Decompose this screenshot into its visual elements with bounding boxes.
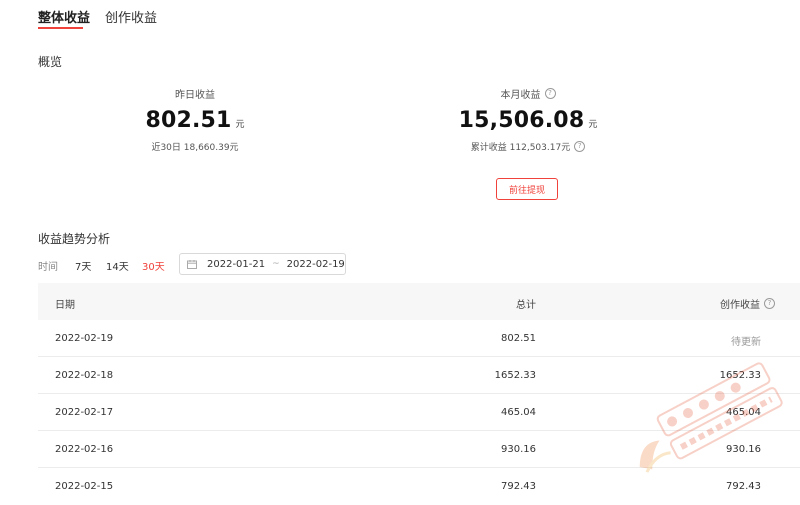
yesterday-revenue-label: 昨日收益 bbox=[75, 86, 315, 101]
cell-total: 802.51 bbox=[501, 333, 536, 344]
date-end[interactable]: 2022-02-19 bbox=[287, 259, 345, 270]
month-revenue-value: 15,506.08 bbox=[458, 108, 585, 133]
question-circle-icon[interactable]: ? bbox=[764, 298, 775, 309]
column-creation-revenue: 创作收益 ? bbox=[720, 296, 775, 311]
month-revenue-label: 本月收益 ? bbox=[408, 86, 648, 101]
column-total-label: 总计 bbox=[516, 300, 536, 311]
yesterday-revenue-value: 802.51 bbox=[145, 108, 232, 133]
total-revenue-text: 累计收益 112,503.17元 bbox=[470, 143, 571, 153]
table-header: 日期 总计 创作收益 ? bbox=[38, 283, 800, 320]
trend-title: 收益趋势分析 bbox=[38, 232, 111, 246]
question-circle-icon[interactable]: ? bbox=[574, 141, 586, 152]
range-30-days[interactable]: 30天 bbox=[142, 258, 165, 273]
calendar-icon bbox=[187, 259, 197, 269]
date-start[interactable]: 2022-01-21 bbox=[207, 259, 265, 270]
cell-total: 465.04 bbox=[501, 407, 536, 418]
month-revenue-card: 本月收益 ? 15,506.08 元 累计收益 112,503.17元 ? bbox=[408, 86, 648, 153]
month-label-text: 本月收益 bbox=[500, 89, 541, 101]
range-14-days[interactable]: 14天 bbox=[106, 258, 129, 273]
cell-date: 2022-02-18 bbox=[55, 370, 114, 381]
cell-total: 930.16 bbox=[501, 444, 536, 455]
month-revenue-value-wrap: 15,506.08 元 bbox=[408, 108, 648, 133]
active-tab-indicator bbox=[38, 27, 83, 29]
date-separator: ~ bbox=[272, 259, 280, 269]
cell-date: 2022-02-17 bbox=[55, 407, 114, 418]
column-total: 总计 bbox=[516, 296, 536, 311]
site-watermark bbox=[639, 362, 783, 473]
last30-revenue: 近30日 18,660.39元 bbox=[75, 140, 315, 153]
column-date: 日期 bbox=[55, 296, 75, 311]
month-revenue-unit: 元 bbox=[588, 120, 598, 130]
question-circle-icon[interactable]: ? bbox=[544, 87, 556, 99]
cell-date: 2022-02-16 bbox=[55, 444, 114, 455]
yesterday-revenue-value-wrap: 802.51 元 bbox=[75, 108, 315, 133]
date-range-picker[interactable]: 2022-01-21 ~ 2022-02-19 bbox=[179, 253, 346, 275]
cell-total: 1652.33 bbox=[494, 370, 536, 381]
last30-revenue-text: 近30日 18,660.39元 bbox=[151, 143, 239, 153]
tab-overall-revenue[interactable]: 整体收益 bbox=[38, 7, 90, 26]
tab-creation-revenue[interactable]: 创作收益 bbox=[105, 7, 157, 26]
column-date-label: 日期 bbox=[55, 300, 75, 311]
range-7-days[interactable]: 7天 bbox=[75, 258, 91, 273]
total-revenue: 累计收益 112,503.17元 ? bbox=[408, 140, 648, 153]
time-filter-label: 时间 bbox=[38, 262, 58, 273]
withdraw-button[interactable]: 前往提现 bbox=[496, 178, 558, 200]
cell-date: 2022-02-19 bbox=[55, 333, 114, 344]
yesterday-revenue-unit: 元 bbox=[235, 120, 245, 130]
overview-title: 概览 bbox=[38, 55, 63, 69]
yesterday-revenue-card: 昨日收益 802.51 元 近30日 18,660.39元 bbox=[75, 86, 315, 154]
yesterday-label-text: 昨日收益 bbox=[175, 89, 215, 101]
column-creation-label: 创作收益 bbox=[720, 300, 760, 311]
